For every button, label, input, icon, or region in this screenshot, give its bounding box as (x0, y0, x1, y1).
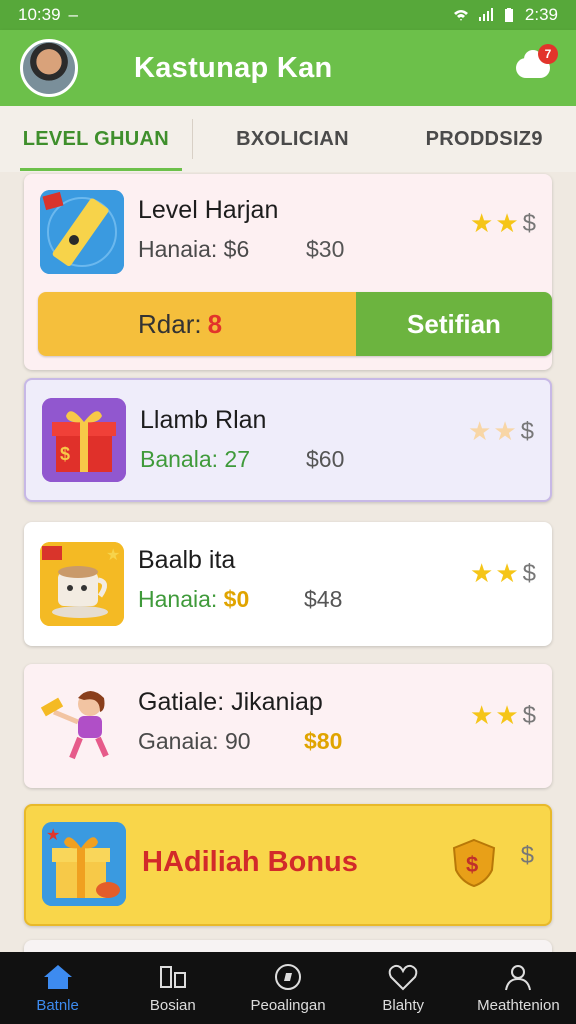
list-item[interactable]: Gatiale: Jikaniap Ganaia: 90 $80 ★ ★ $ (24, 664, 552, 788)
coin-icon: $ (520, 842, 534, 869)
list-item[interactable]: ★ Baalb ita Hanaia: $0 $48 ★ ★ $ (24, 522, 552, 646)
svg-text:$: $ (60, 444, 70, 464)
svg-text:★: ★ (106, 547, 120, 564)
card-subtitle: Hanaia: $0 (138, 586, 249, 613)
coin-shield-icon: $ (452, 838, 496, 888)
star-icon: ★ (470, 208, 494, 238)
coffee-cup-icon: ★ (40, 542, 124, 626)
card-subtitle: Ganaia: 90 (138, 728, 251, 754)
reward-label-area: Rdar: 8 (38, 292, 356, 356)
status-time: 10:39 (18, 5, 61, 24)
coin-icon: $ (520, 417, 534, 445)
tab-level[interactable]: LEVEL GHUAN (0, 128, 192, 171)
compass-icon (272, 963, 304, 991)
coin-icon: $ (522, 701, 536, 729)
app-header: Kastunap Kan 7 (0, 30, 576, 106)
nav-label: Blahty (382, 996, 425, 1014)
svg-text:$: $ (466, 852, 478, 877)
card-subtitle-value: $0 (223, 586, 250, 612)
card-title: Baalb ita (138, 546, 236, 574)
list-item[interactable]: Level Harjan Hanaia: $6 $30 ★ ★ $ Rdar: … (24, 174, 552, 370)
store-icon (157, 963, 189, 991)
battery-icon (504, 8, 513, 22)
coin-icon: $ (522, 209, 536, 237)
card-price: $60 (306, 446, 345, 472)
notification-button[interactable]: 7 (516, 44, 558, 82)
card-subtitle: Hanaia: $6 (138, 236, 250, 262)
nav-item-health[interactable]: Blahty (346, 952, 461, 1024)
reward-value: 8 (207, 308, 223, 339)
gift-box-icon: ★ (42, 822, 126, 906)
nav-label: Batnle (36, 996, 79, 1014)
card-title: Level Harjan (138, 196, 279, 224)
coin-icon: $ (522, 559, 536, 587)
rating-stars: ★ ★ $ (470, 700, 536, 731)
star-icon: ★ (493, 416, 517, 446)
tab-proddsiz[interactable]: PRODDSIZ9 (392, 128, 576, 151)
tab-bxolician[interactable]: BXOLICIAN (193, 128, 393, 151)
card-subtitle: Banala: 27 (140, 446, 250, 472)
home-icon (42, 963, 74, 991)
avatar[interactable] (20, 39, 78, 97)
card-subtitle-label: Hanaia: (138, 586, 218, 612)
star-icon: ★ (495, 208, 519, 238)
page-title: Kastunap Kan (134, 51, 333, 84)
status-time-right: 2:39 (524, 5, 558, 24)
profile-icon (502, 963, 534, 991)
star-icon: ★ (470, 558, 494, 588)
nav-item-explore[interactable]: Peoalingan (230, 952, 345, 1024)
status-bar: 10:39 ‒ 2:39 (0, 0, 576, 30)
level-tool-icon (40, 190, 124, 274)
bonus-title: HAdiliah Bonus (142, 846, 358, 878)
star-icon: ★ (470, 700, 494, 730)
card-price: $30 (306, 236, 345, 262)
nav-label: Bosian (149, 996, 196, 1014)
bonus-card[interactable]: ★ HAdiliah Bonus $ $ (24, 804, 552, 926)
nav-item-store[interactable]: Bosian (115, 952, 230, 1024)
reward-label: Rdar: (138, 308, 202, 339)
tab-bar: LEVEL GHUAN BXOLICIAN PRODDSIZ9 (0, 106, 576, 172)
wifi-icon (453, 10, 468, 21)
rating-stars: ★ ★ $ (468, 416, 534, 447)
star-icon: ★ (468, 416, 492, 446)
heart-icon (387, 963, 419, 991)
star-icon: ★ (495, 700, 519, 730)
card-title: Gatiale: Jikaniap (138, 688, 323, 716)
card-title: Llamb Rlan (140, 406, 267, 434)
card-price: $80 (304, 728, 343, 754)
minus-icon: ‒ (68, 5, 79, 24)
notification-badge: 7 (538, 44, 558, 64)
card-price: $48 (304, 586, 343, 612)
list-item[interactable]: $ Llamb Rlan Banala: 27 $60 ★ ★ $ (24, 378, 552, 502)
running-girl-icon (40, 682, 124, 766)
rating-stars: ★ ★ $ (470, 208, 536, 239)
coin-badge: $ (519, 842, 534, 870)
signal-icon (478, 8, 493, 21)
rating-stars: ★ ★ $ (470, 558, 536, 589)
claim-button[interactable]: Setifian (356, 292, 552, 356)
reward-bar: Rdar: 8 Setifian (38, 292, 552, 356)
star-icon: ★ (495, 558, 519, 588)
nav-item-home[interactable]: Batnle (0, 952, 115, 1024)
nav-label: Meathtenion (477, 996, 560, 1014)
svg-text:★: ★ (46, 827, 60, 844)
bottom-nav: Batnle Bosian Peoalingan Blahty Meathten… (0, 952, 576, 1024)
gift-box-icon: $ (42, 398, 126, 482)
nav-label: Peoalingan (250, 996, 326, 1014)
nav-item-profile[interactable]: Meathtenion (461, 952, 576, 1024)
